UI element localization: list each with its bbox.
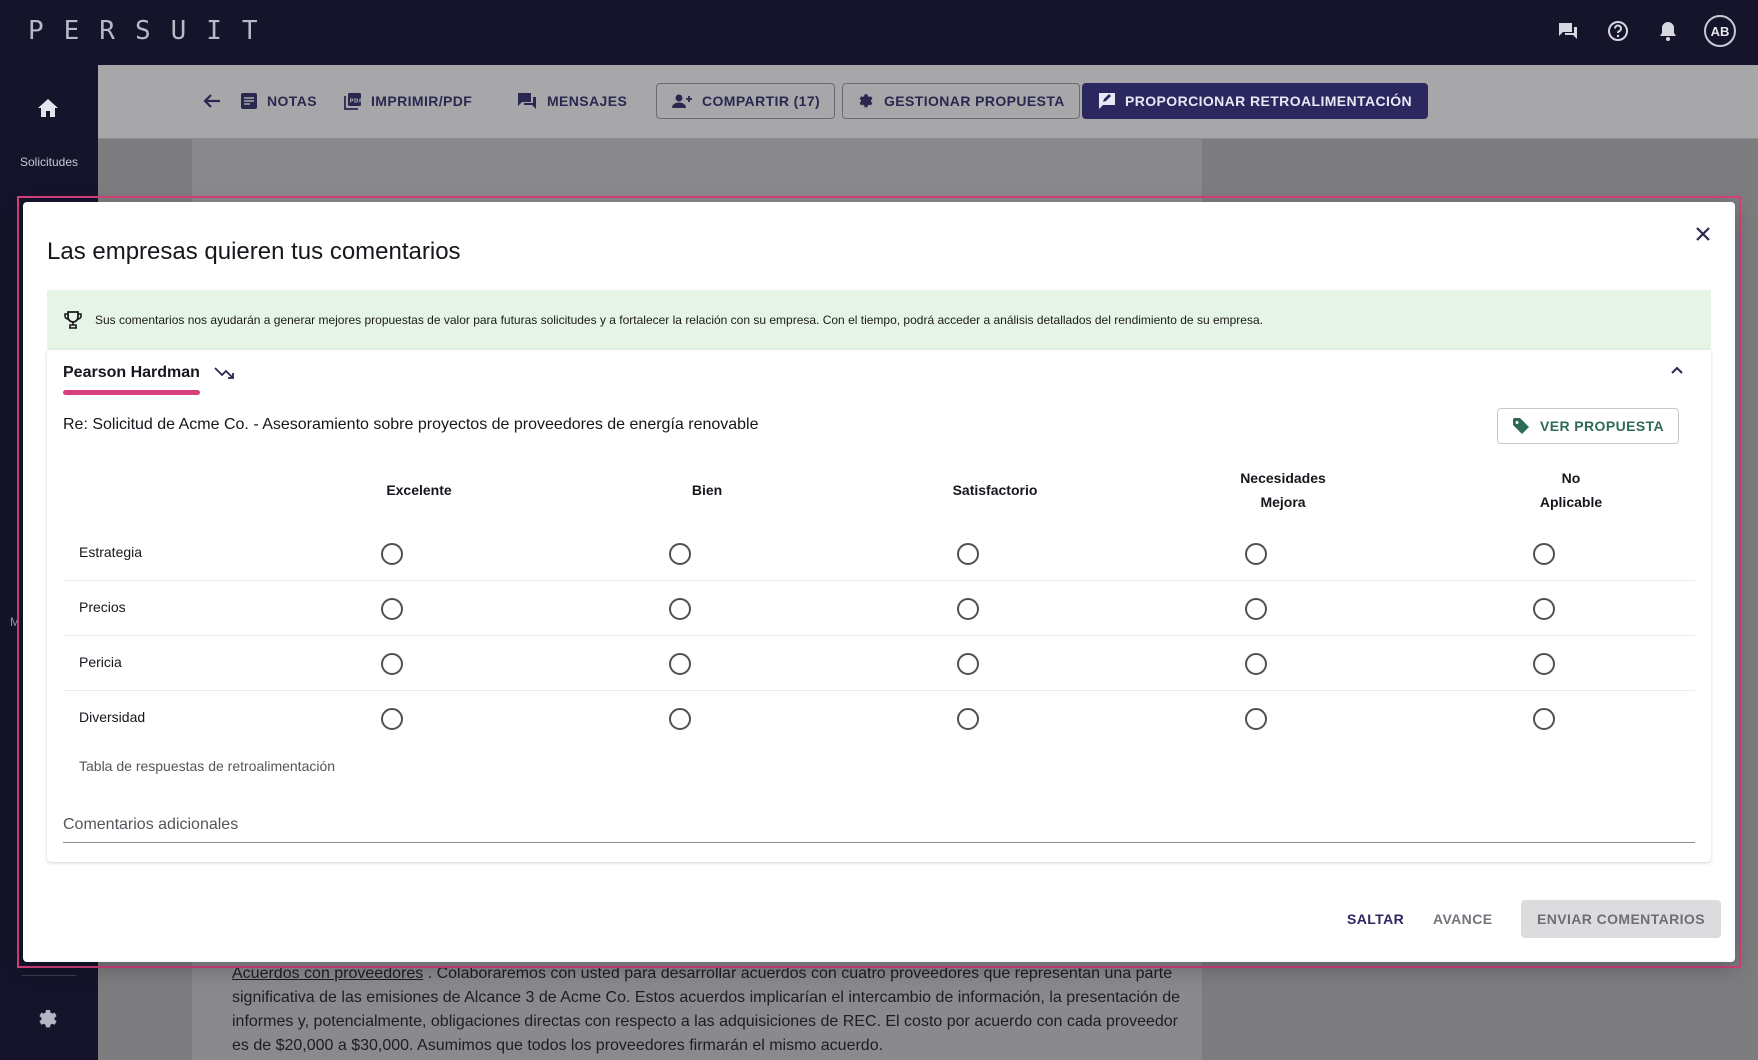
back-arrow-icon[interactable] [202, 83, 222, 119]
col-header-line: Satisfactorio [952, 482, 1038, 498]
advance-button[interactable]: AVANCE [1425, 900, 1500, 938]
col-header-line: Necesidades [1240, 470, 1326, 486]
rating-row-pericia: Pericia [63, 636, 1695, 691]
col-header-line: Mejora [1260, 494, 1306, 510]
messages-icon [518, 93, 536, 109]
tab-underline [63, 390, 200, 395]
radio-satisfactorio[interactable] [957, 653, 979, 675]
view-proposal-label: VER PROPUESTA [1540, 418, 1664, 434]
col-header-satisfactorio: Satisfactorio [895, 478, 1095, 502]
row-label: Pericia [79, 654, 122, 670]
nav-divider [22, 975, 76, 976]
provide-feedback-label: PROPORCIONAR RETROALIMENTACIÓN [1125, 93, 1413, 109]
col-header-line: Bien [691, 482, 723, 498]
chevron-up-icon[interactable] [1669, 362, 1685, 383]
radio-necesidades-mejora[interactable] [1245, 543, 1267, 565]
col-header-no-aplicable: No Aplicable [1471, 466, 1671, 514]
tag-icon [1513, 418, 1530, 434]
top-icons: AB [1554, 15, 1736, 47]
table-caption: Tabla de respuestas de retroalimentación [79, 758, 336, 774]
radio-satisfactorio[interactable] [957, 708, 979, 730]
manage-proposal-button[interactable]: GESTIONAR PROPUESTA [842, 83, 1080, 119]
add-person-icon [672, 94, 692, 108]
radio-no-aplicable[interactable] [1533, 653, 1555, 675]
print-pdf-button[interactable]: PDF IMPRIMIR/PDF [344, 83, 472, 119]
info-banner: Sus comentarios nos ayudarán a generar m… [47, 290, 1711, 350]
notes-label: NOTAS [267, 93, 317, 109]
additional-comments-field[interactable]: Comentarios adicionales [63, 816, 238, 834]
banner-text: Sus comentarios nos ayudarán a generar m… [95, 313, 1263, 327]
chat-icon[interactable] [1554, 17, 1582, 45]
print-pdf-label: IMPRIMIR/PDF [371, 93, 473, 109]
firm-feedback-card: Pearson Hardman Re: Solicitud de Acme Co… [47, 350, 1711, 862]
help-icon[interactable] [1604, 17, 1632, 45]
modal-title: Las empresas quieren tus comentarios [47, 238, 461, 265]
persuit-logo: PERSUIT [28, 16, 278, 46]
radio-bien[interactable] [669, 708, 691, 730]
radio-bien[interactable] [669, 653, 691, 675]
rating-row-precios: Precios [63, 581, 1695, 636]
col-header-excelente: Excelente [319, 478, 519, 502]
user-avatar[interactable]: AB [1704, 15, 1736, 47]
request-title: Re: Solicitud de Acme Co. - Asesoramient… [63, 416, 759, 433]
radio-necesidades-mejora[interactable] [1245, 598, 1267, 620]
row-label: Diversidad [79, 709, 146, 725]
comments-underline [63, 842, 1695, 843]
feedback-icon [1099, 93, 1115, 109]
trending-down-icon [214, 367, 234, 379]
col-header-line: No [1561, 470, 1581, 486]
messages-label: MENSAJES [547, 93, 628, 109]
rating-row-estrategia: Estrategia [63, 526, 1695, 581]
row-label: Estrategia [79, 544, 143, 560]
nav-label-solicitudes[interactable]: Solicitudes [0, 155, 98, 169]
col-header-bien: Bien [607, 478, 807, 502]
firm-tab[interactable]: Pearson Hardman [63, 364, 236, 382]
radio-no-aplicable[interactable] [1533, 543, 1555, 565]
share-label: COMPARTIR (17) [702, 93, 821, 109]
submit-feedback-button[interactable]: ENVIAR COMENTARIOS [1521, 900, 1721, 938]
close-icon[interactable] [1689, 220, 1717, 248]
document-text: Acuerdos con proveedores . Colaboraremos… [232, 962, 1182, 1058]
proposal-toolbar: NOTAS PDF IMPRIMIR/PDF MENSAJES COMPARTI… [98, 65, 1758, 139]
skip-button[interactable]: SALTAR [1339, 900, 1412, 938]
trophy-icon [64, 311, 82, 329]
radio-no-aplicable[interactable] [1533, 708, 1555, 730]
settings-icon [859, 94, 873, 108]
radio-excelente[interactable] [381, 543, 403, 565]
notes-icon [241, 93, 257, 109]
gear-icon[interactable] [36, 1007, 60, 1036]
radio-excelente[interactable] [381, 708, 403, 730]
radio-excelente[interactable] [381, 598, 403, 620]
radio-satisfactorio[interactable] [957, 543, 979, 565]
col-header-necesidades-mejora: Necesidades Mejora [1183, 466, 1383, 514]
radio-no-aplicable[interactable] [1533, 598, 1555, 620]
radio-bien[interactable] [669, 598, 691, 620]
radio-necesidades-mejora[interactable] [1245, 708, 1267, 730]
radio-excelente[interactable] [381, 653, 403, 675]
provide-feedback-button[interactable]: PROPORCIONAR RETROALIMENTACIÓN [1082, 83, 1429, 119]
col-header-line: Excelente [386, 482, 452, 498]
feedback-modal: Las empresas quieren tus comentarios Sus… [23, 202, 1735, 962]
manage-proposal-label: GESTIONAR PROPUESTA [884, 93, 1065, 109]
bell-icon[interactable] [1654, 17, 1682, 45]
svg-text:PDF: PDF [350, 99, 363, 105]
firm-tab-label: Pearson Hardman [63, 364, 200, 381]
notes-button[interactable]: NOTAS [240, 83, 317, 119]
pdf-icon: PDF [344, 93, 363, 110]
radio-necesidades-mejora[interactable] [1245, 653, 1267, 675]
share-button[interactable]: COMPARTIR (17) [656, 83, 836, 119]
view-proposal-button[interactable]: VER PROPUESTA [1497, 408, 1679, 444]
col-header-line: Aplicable [1539, 494, 1603, 510]
radio-satisfactorio[interactable] [957, 598, 979, 620]
messages-button[interactable]: MENSAJES [516, 83, 627, 119]
top-bar: PERSUIT AB [0, 0, 1758, 65]
row-label: Precios [79, 599, 126, 615]
rating-row-diversidad: Diversidad [63, 691, 1695, 746]
radio-bien[interactable] [669, 543, 691, 565]
home-icon[interactable] [36, 97, 60, 124]
